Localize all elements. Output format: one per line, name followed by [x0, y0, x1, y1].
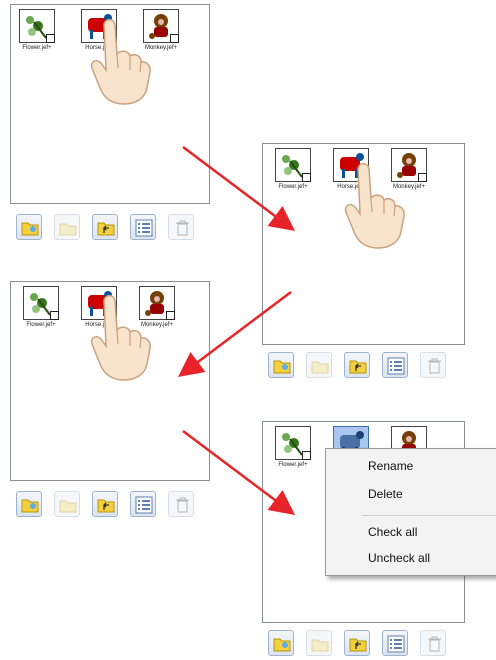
context-menu: Rename Delete Check all Uncheck all: [325, 448, 496, 576]
arrow-step-3-to-4: [182, 430, 295, 515]
arrow-step-1-to-2: [182, 146, 295, 231]
context-menu-check-all[interactable]: Check all: [368, 525, 417, 539]
context-menu-uncheck-all[interactable]: Uncheck all: [368, 551, 430, 565]
arrow-step-2-to-3: [178, 291, 292, 378]
menu-separator: [362, 515, 496, 516]
context-menu-delete[interactable]: Delete: [368, 487, 403, 501]
context-menu-rename[interactable]: Rename: [368, 459, 413, 473]
